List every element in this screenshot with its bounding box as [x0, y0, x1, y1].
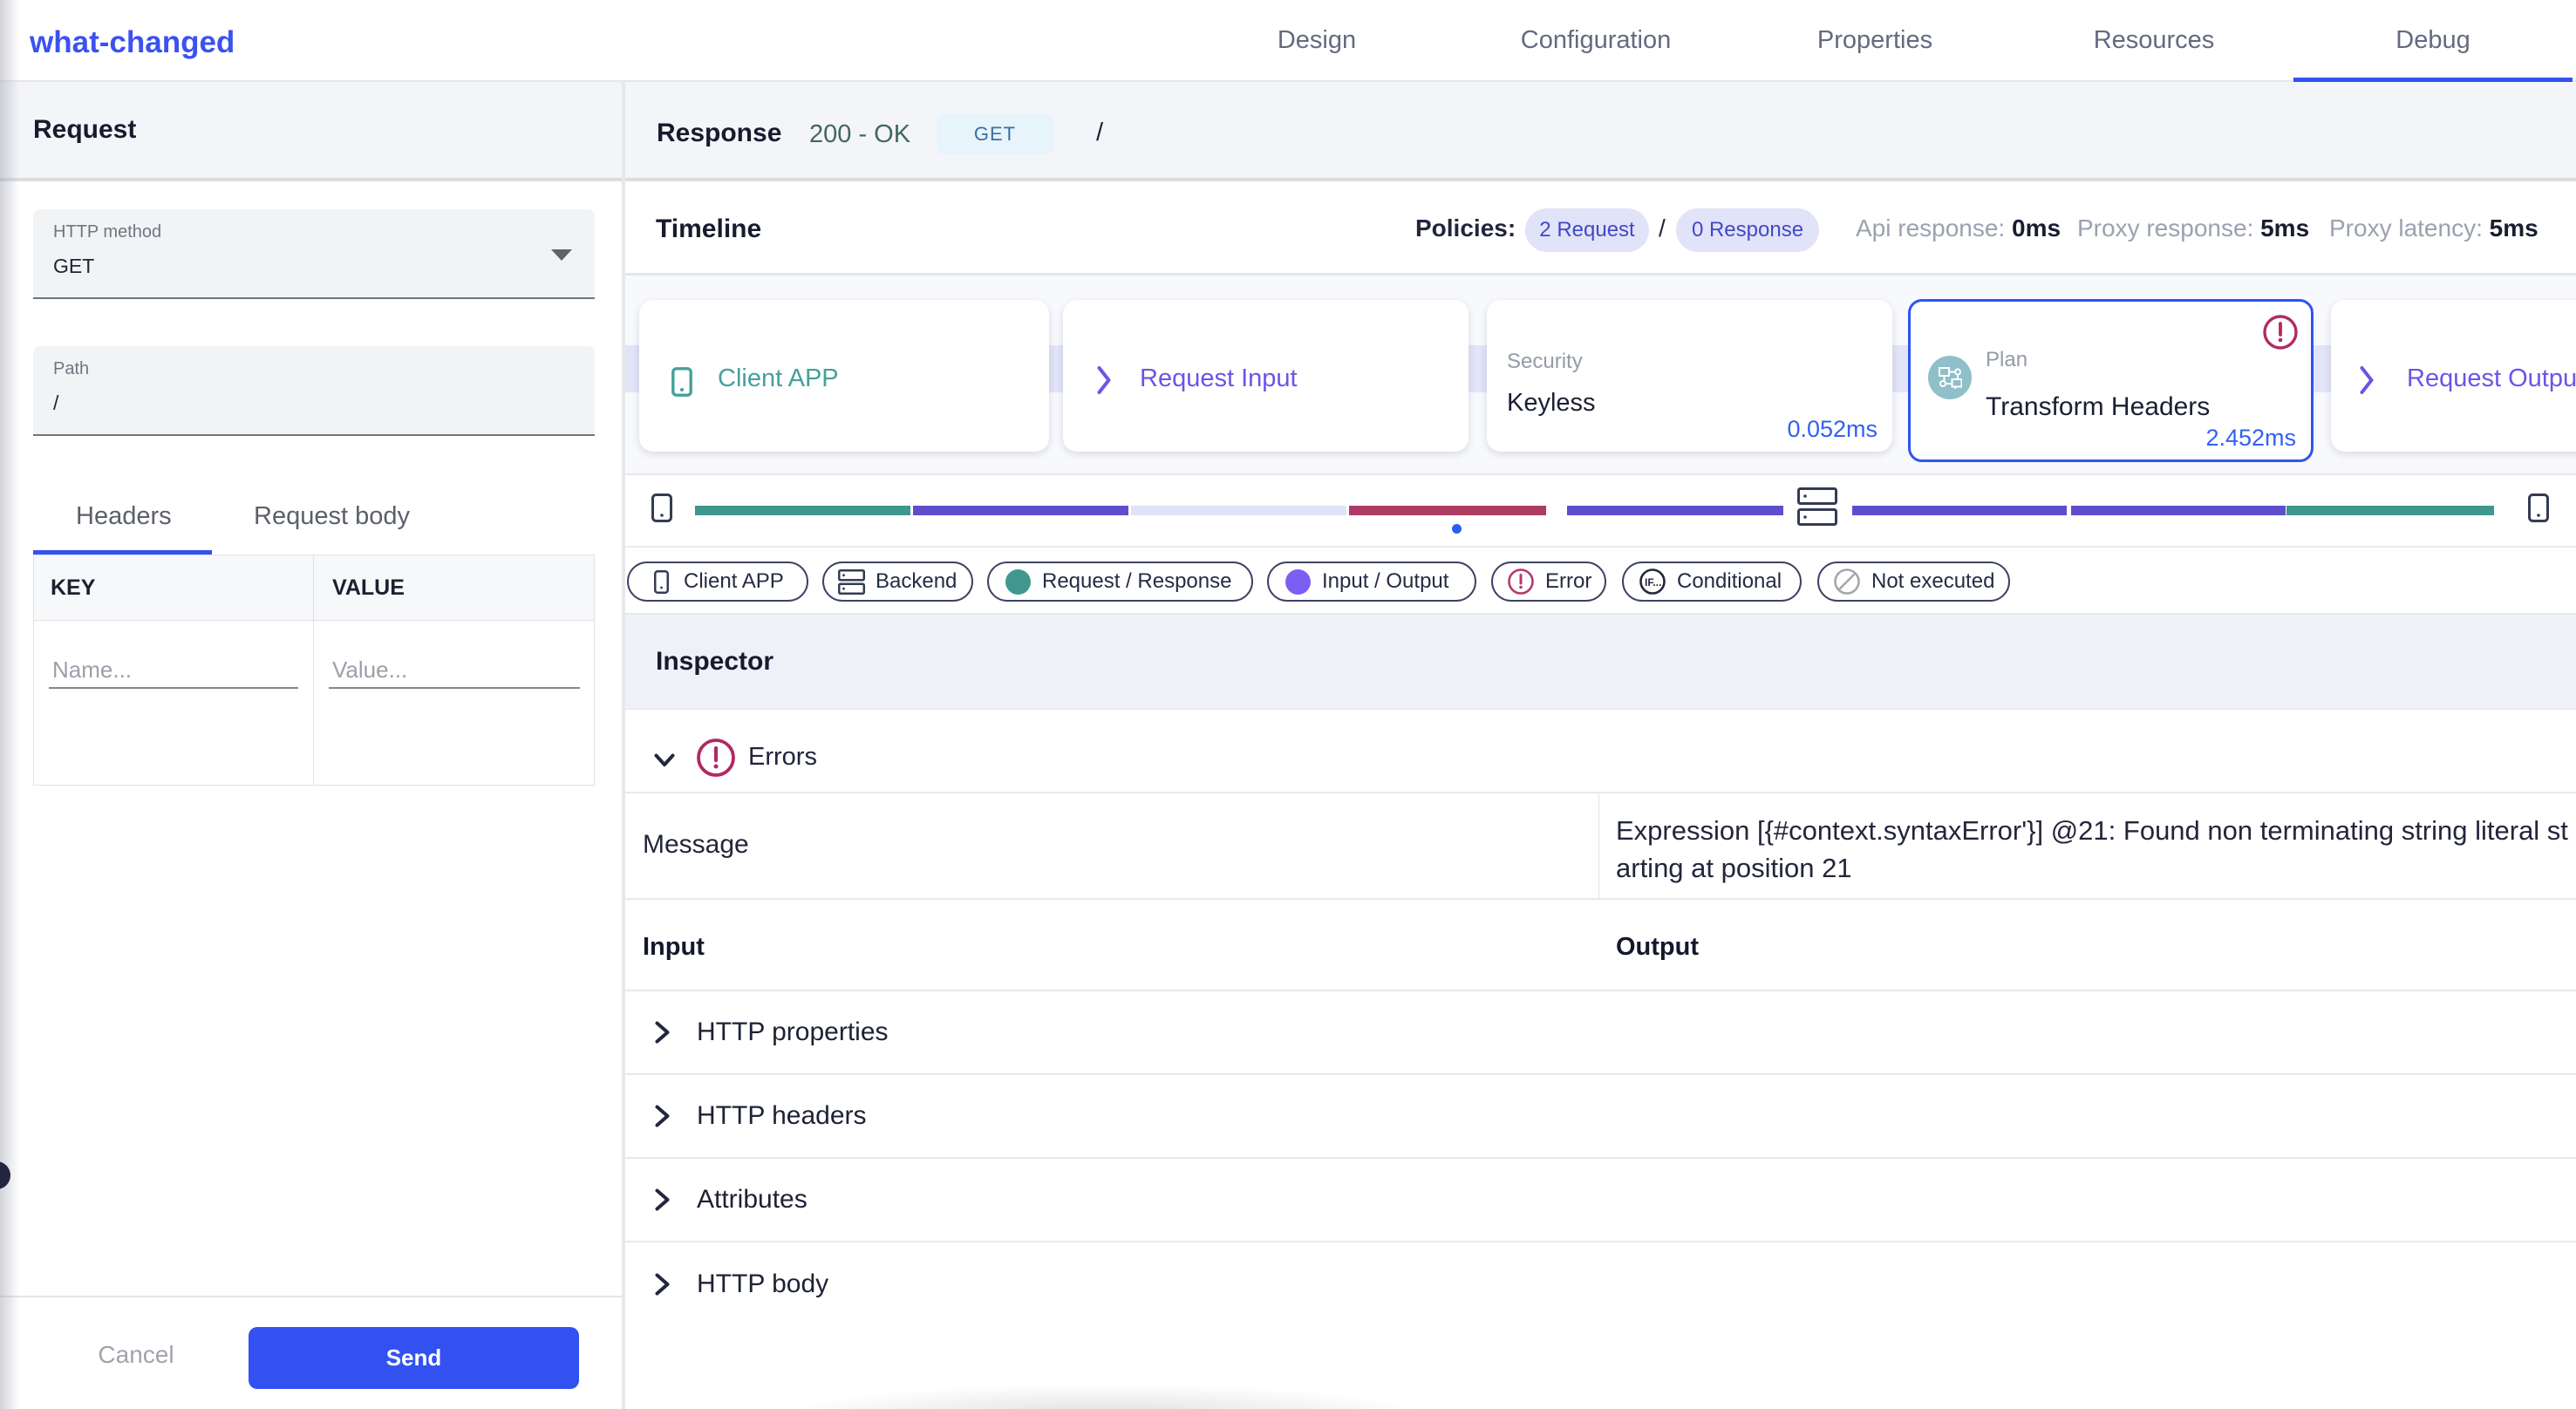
svg-text:IF...: IF...: [1645, 576, 1661, 589]
